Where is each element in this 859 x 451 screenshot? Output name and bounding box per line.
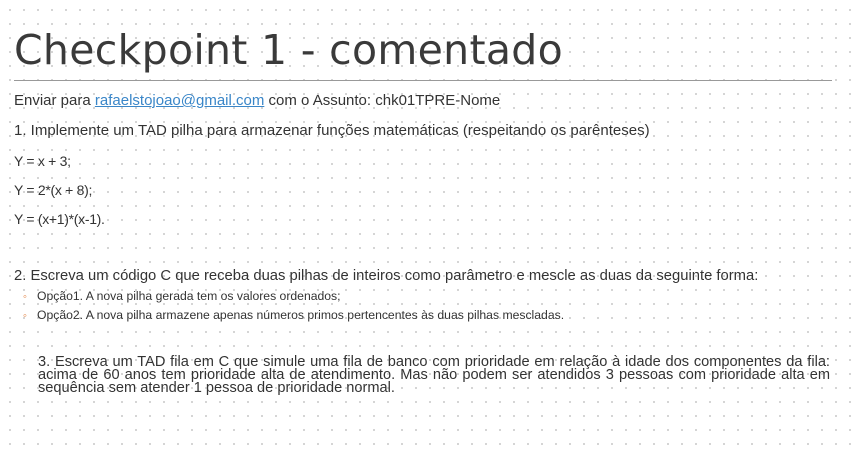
send-suffix: com o Assunto: chk01TPRE-Nome — [264, 92, 501, 109]
bullet-icon: ◦ — [23, 291, 27, 303]
example-function-1: Y = x + 3; — [14, 153, 71, 169]
option-1-text: Opção1. A nova pilha gerada tem os valor… — [37, 289, 341, 303]
send-prefix: Enviar para — [14, 92, 95, 109]
question-2-option-1: ◦ Opção1. A nova pilha gerada tem os valo… — [23, 288, 341, 305]
question-3: 3. Escreva um TAD fila em C que simule u… — [38, 354, 830, 396]
presentation-slide: Checkpoint 1 - comentado Enviar para raf… — [0, 0, 859, 451]
question-2: 2. Escreva um código C que receba duas p… — [14, 268, 759, 284]
question-1: 1. Implemente um TAD pilha para armazena… — [14, 122, 650, 139]
bullet-icon: ◦ — [23, 310, 27, 322]
email-link[interactable]: rafaelstojoao@gmail.com — [95, 92, 264, 109]
slide-title: Checkpoint 1 - comentado — [14, 26, 563, 74]
send-instructions: Enviar para rafaelstojoao@gmail.com com … — [14, 91, 500, 111]
example-function-2: Y = 2*(x + 8); — [14, 182, 93, 198]
question-3-text: 3. Escreva um TAD fila em C que simule u… — [38, 354, 830, 396]
question-2-option-2: ◦ Opção2. A nova pilha armazene apenas nú… — [23, 307, 564, 324]
option-2-text: Opção2. A nova pilha armazene apenas núm… — [37, 308, 565, 322]
example-function-3: Y = (x+1)*(x-1). — [14, 211, 105, 227]
title-divider — [14, 80, 832, 81]
